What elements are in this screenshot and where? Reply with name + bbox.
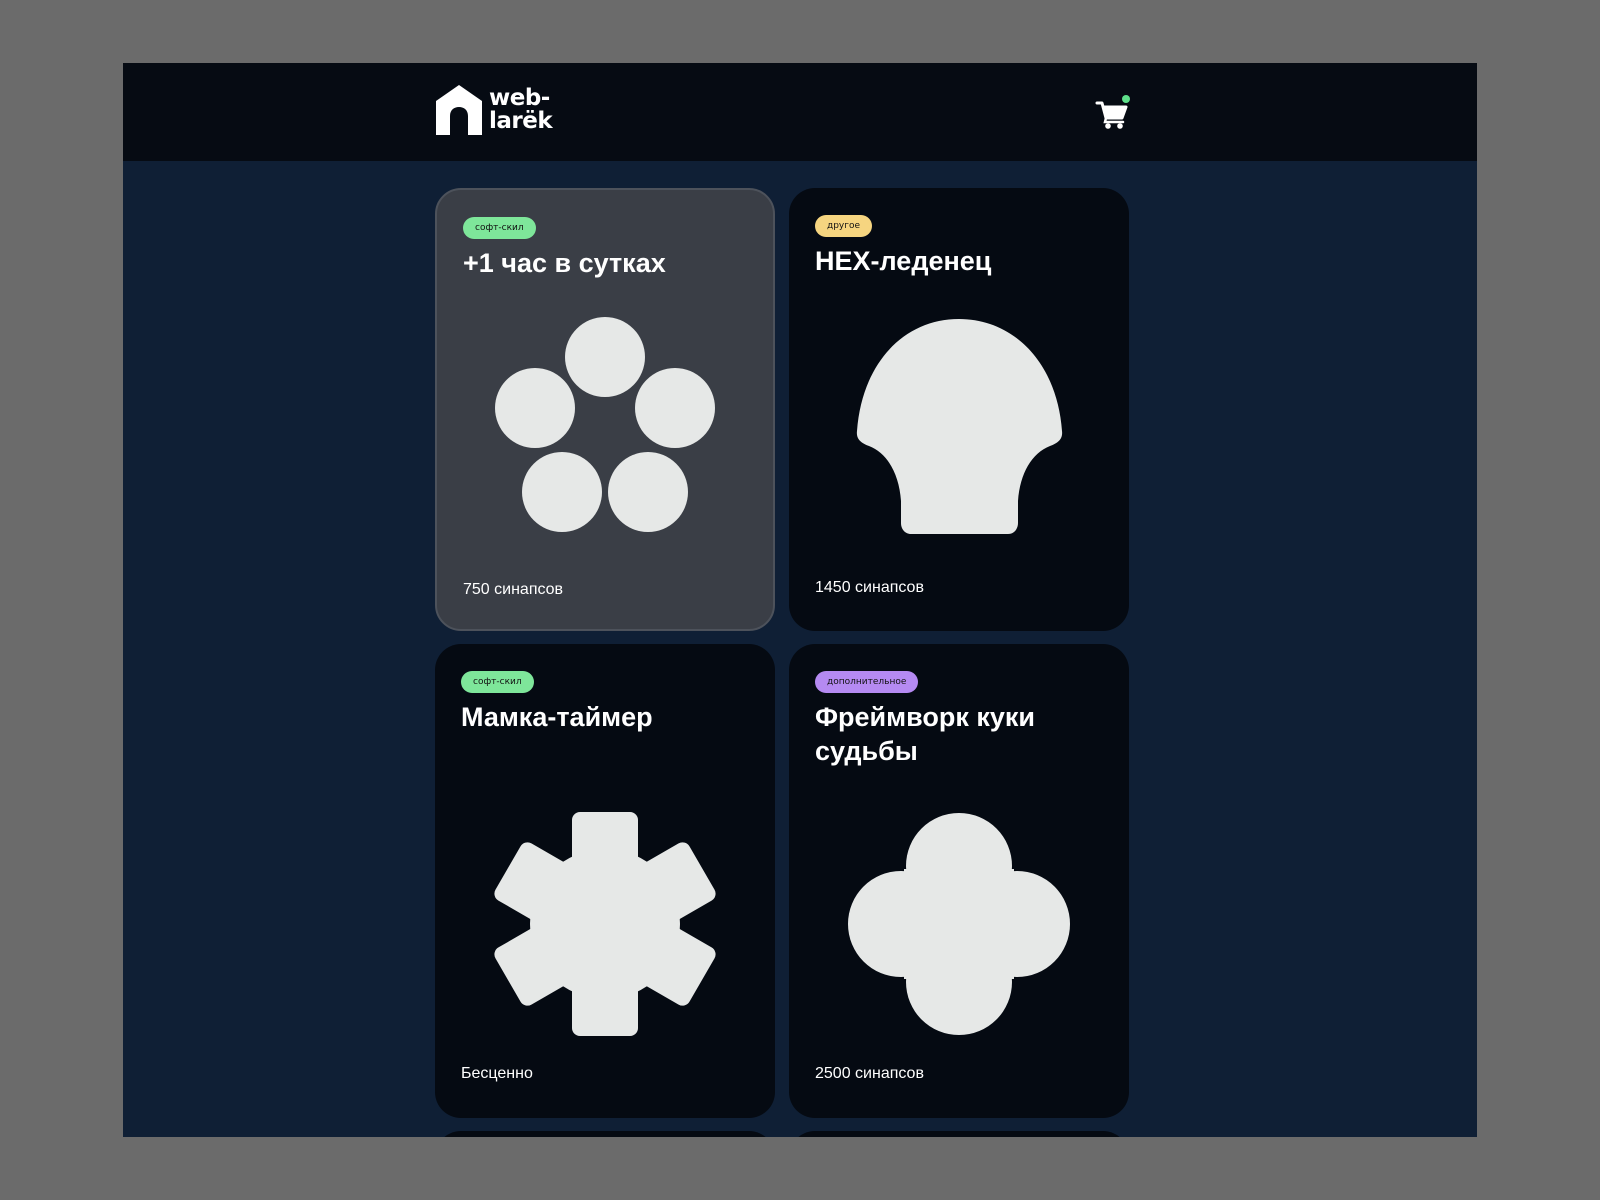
app-window: web- larёk софт-скил +1 час в сутках 750… bbox=[123, 63, 1477, 1137]
logo-link[interactable]: web- larёk bbox=[435, 84, 553, 136]
card-title: +1 час в сутках bbox=[463, 248, 666, 278]
logo-line-1: web- bbox=[489, 85, 550, 111]
card-price: Бесценно bbox=[461, 1065, 533, 1082]
card-title: Мамка-таймер bbox=[461, 702, 653, 732]
product-card[interactable]: другое HEX-леденец 1450 синапсов bbox=[789, 188, 1129, 631]
gear-icon bbox=[494, 812, 716, 1036]
product-card[interactable]: дополнительное Фреймворк куки судьбы 250… bbox=[789, 644, 1129, 1118]
product-card-partial[interactable] bbox=[435, 1131, 775, 1137]
house-logo-icon bbox=[436, 85, 482, 135]
cart-indicator bbox=[1122, 95, 1130, 103]
card-category-badge: другое bbox=[815, 215, 873, 237]
cart-button[interactable] bbox=[1091, 91, 1133, 133]
cart-icon bbox=[1095, 95, 1130, 129]
card-title: HEX-леденец bbox=[815, 246, 992, 276]
product-card[interactable]: софт-скил +1 час в сутках 750 синапсов bbox=[435, 188, 775, 631]
card-title: Фреймворк куки судьбы bbox=[815, 702, 1036, 766]
clover-icon bbox=[848, 813, 1070, 1035]
card-category-badge: софт-скил bbox=[461, 671, 534, 693]
logo-line-2: larёk bbox=[489, 108, 553, 134]
card-price: 2500 синапсов bbox=[815, 1065, 924, 1082]
five-circles-icon bbox=[495, 317, 715, 532]
card-price: 750 синапсов bbox=[463, 581, 564, 598]
card-price: 1450 синапсов bbox=[815, 579, 924, 596]
product-card-partial[interactable] bbox=[789, 1131, 1129, 1137]
card-category-badge: софт-скил bbox=[463, 217, 536, 239]
logo-text: web- larёk bbox=[489, 85, 553, 134]
product-card[interactable]: софт-скил Мамка-таймер Бесценно bbox=[435, 644, 775, 1118]
shell-icon bbox=[856, 319, 1063, 534]
card-category-badge: дополнительное bbox=[815, 671, 919, 693]
site-header: web- larёk bbox=[123, 63, 1477, 161]
